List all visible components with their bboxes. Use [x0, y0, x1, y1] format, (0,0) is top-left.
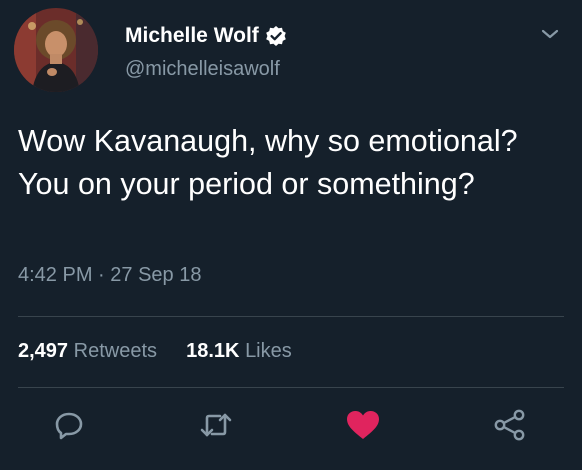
- reply-icon: [53, 409, 85, 446]
- retweets-label: Retweets: [73, 340, 157, 362]
- tweet-card: Michelle Wolf @michelleisawolf Wow Kavan…: [0, 0, 582, 470]
- author-name-row: Michelle Wolf: [125, 24, 287, 48]
- chevron-down-icon[interactable]: [537, 24, 563, 44]
- retweets-count: 2,497: [18, 340, 69, 362]
- like-button[interactable]: [344, 408, 382, 446]
- likes-stat[interactable]: 18.1K Likes: [186, 340, 292, 362]
- heart-icon: [345, 409, 381, 446]
- likes-count: 18.1K: [186, 340, 240, 362]
- divider: [18, 387, 564, 388]
- share-icon: [493, 408, 527, 447]
- display-name[interactable]: Michelle Wolf: [125, 24, 259, 48]
- verified-badge-icon: [265, 25, 287, 47]
- share-button[interactable]: [491, 408, 529, 446]
- divider: [18, 316, 564, 317]
- tweet-text: Wow Kavanaugh, why so emotional? You on …: [18, 124, 518, 201]
- tweet-time: 4:42 PM: [18, 264, 93, 286]
- tweet-timestamp[interactable]: 4:42 PM · 27 Sep 18: [18, 264, 201, 287]
- retweets-stat[interactable]: 2,497 Retweets: [18, 340, 163, 362]
- avatar[interactable]: [14, 8, 98, 92]
- tweet-date: 27 Sep 18: [110, 264, 202, 286]
- retweet-button[interactable]: [197, 408, 235, 446]
- engagement-stats: 2,497 Retweets 18.1K Likes: [18, 340, 292, 363]
- meta-separator: ·: [98, 264, 105, 286]
- handle[interactable]: @michelleisawolf: [125, 58, 280, 81]
- reply-button[interactable]: [50, 408, 88, 446]
- likes-label: Likes: [245, 340, 292, 362]
- retweet-icon: [198, 409, 234, 446]
